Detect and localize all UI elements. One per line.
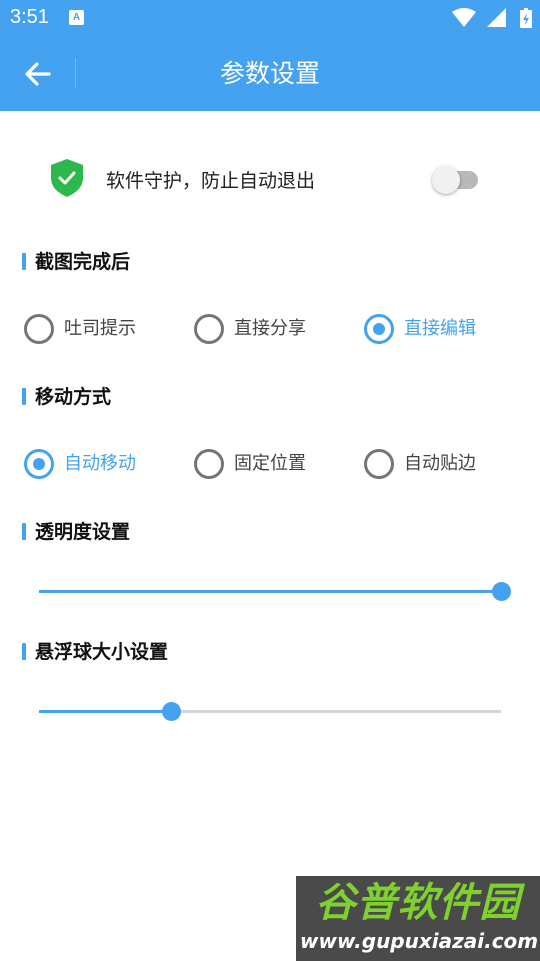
shield-check-icon	[51, 159, 83, 197]
radio-circle	[194, 449, 224, 479]
section-title: 截图完成后	[35, 251, 131, 273]
radio-circle	[24, 449, 54, 479]
status-time: 3:51	[10, 6, 49, 28]
slider-thumb[interactable]	[161, 702, 181, 721]
watermark-url: www.gupuxiazai.com	[300, 929, 539, 953]
radio-label: 吐司提示	[64, 318, 136, 339]
radio-label: 固定位置	[234, 453, 306, 474]
slider-fill	[39, 590, 501, 593]
radio-circle	[194, 314, 224, 344]
radio-dot	[33, 458, 45, 470]
section-title: 移动方式	[35, 386, 112, 408]
notification-app-icon: A	[69, 10, 84, 25]
radio-circle	[24, 314, 54, 344]
battery-icon	[520, 8, 532, 28]
radio-circle	[364, 449, 394, 479]
app-bar: 3:51 A 参数设置	[0, 0, 540, 111]
radio-dot	[373, 323, 385, 335]
watermark-logo: 谷普软件园 www.gupuxiazai.com	[296, 876, 540, 961]
guard-label: 软件守护，防止自动退出	[106, 170, 316, 192]
watermark-title: 谷普软件园	[315, 880, 521, 926]
radio-label: 直接编辑	[404, 318, 476, 339]
radio-label: 直接分享	[234, 318, 306, 339]
radio-circle	[364, 314, 394, 344]
screenshot-options: 吐司提示 直接分享 直接编辑	[0, 309, 540, 349]
slider-fill	[39, 710, 171, 713]
section-accent-bar	[22, 388, 26, 405]
radio-label: 自动移动	[64, 453, 136, 474]
page-title: 参数设置	[219, 59, 320, 88]
opacity-slider[interactable]	[39, 577, 511, 607]
ball-size-slider[interactable]	[39, 697, 501, 727]
status-icons	[451, 8, 532, 28]
section-accent-bar	[22, 643, 26, 660]
toggle-thumb	[432, 166, 460, 194]
section-title: 悬浮球大小设置	[35, 641, 169, 663]
wifi-icon	[451, 8, 476, 27]
notification-app-icon-letter: A	[72, 12, 81, 23]
guard-setting-row: 软件守护，防止自动退出	[0, 150, 540, 210]
slider-thumb[interactable]	[492, 582, 511, 601]
move-options: 自动移动 固定位置 自动贴边	[0, 444, 540, 484]
signal-icon	[486, 8, 506, 27]
status-bar: 3:51 A	[0, 0, 540, 36]
section-accent-bar	[22, 523, 26, 540]
section-title: 透明度设置	[35, 521, 131, 543]
radio-label: 自动贴边	[404, 453, 476, 474]
guard-toggle[interactable]	[432, 166, 480, 194]
section-accent-bar	[22, 253, 26, 270]
